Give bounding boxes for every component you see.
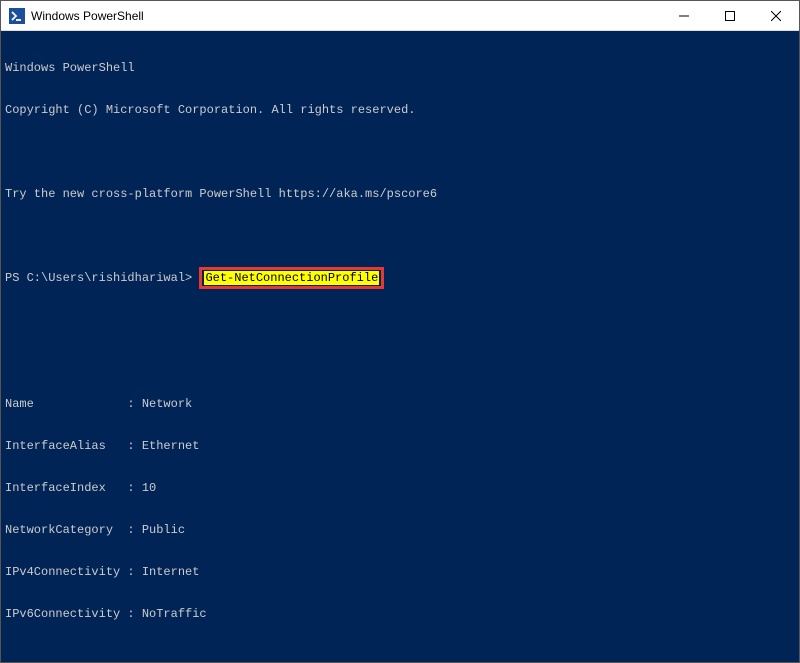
blank-line bbox=[5, 649, 795, 662]
copyright-line: Copyright (C) Microsoft Corporation. All… bbox=[5, 103, 795, 117]
command-text: Get-NetConnectionProfile bbox=[204, 271, 379, 285]
maximize-button[interactable] bbox=[707, 1, 753, 30]
output-ipv6: IPv6Connectivity : NoTraffic bbox=[5, 607, 795, 621]
try-line: Try the new cross-platform PowerShell ht… bbox=[5, 187, 795, 201]
output-ipv4: IPv4Connectivity : Internet bbox=[5, 565, 795, 579]
powershell-icon bbox=[9, 8, 25, 24]
blank-line bbox=[5, 355, 795, 369]
output-networkcategory: NetworkCategory : Public bbox=[5, 523, 795, 537]
blank-line bbox=[5, 229, 795, 243]
terminal-output[interactable]: Windows PowerShell Copyright (C) Microso… bbox=[1, 31, 799, 662]
window-controls bbox=[661, 1, 799, 30]
minimize-button[interactable] bbox=[661, 1, 707, 30]
close-button[interactable] bbox=[753, 1, 799, 30]
highlight-box: Get-NetConnectionProfile bbox=[199, 267, 384, 289]
command-line: PS C:\Users\rishidhariwal> Get-NetConnec… bbox=[5, 271, 795, 285]
header-line: Windows PowerShell bbox=[5, 61, 795, 75]
blank-line bbox=[5, 313, 795, 327]
output-interfaceindex: InterfaceIndex : 10 bbox=[5, 481, 795, 495]
window-title: Windows PowerShell bbox=[31, 9, 144, 23]
output-name: Name : Network bbox=[5, 397, 795, 411]
prompt: PS C:\Users\rishidhariwal> bbox=[5, 271, 192, 285]
titlebar[interactable]: Windows PowerShell bbox=[1, 1, 799, 31]
output-interfacealias: InterfaceAlias : Ethernet bbox=[5, 439, 795, 453]
powershell-window: Windows PowerShell Windows PowerShell Co… bbox=[0, 0, 800, 663]
blank-line bbox=[5, 145, 795, 159]
